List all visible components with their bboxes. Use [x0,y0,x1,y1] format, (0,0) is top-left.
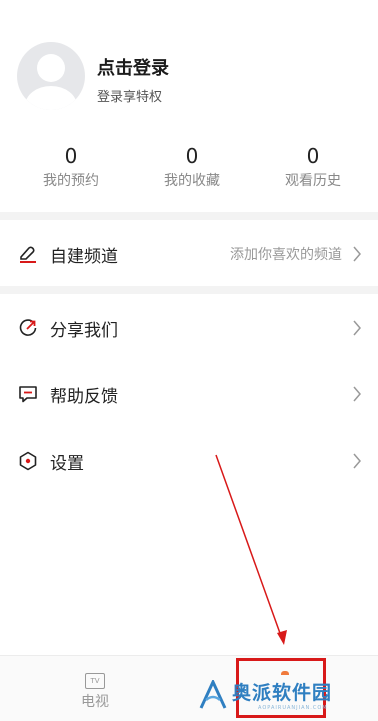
stat-value: 0 [306,144,320,168]
avatar-head-shape [37,54,65,82]
tv-icon: TV [85,673,105,689]
watermark-logo-icon [199,680,227,709]
watermark-text: 奥派软件园 [232,682,333,704]
menu-item-feedback[interactable]: 帮助反馈 [0,364,378,424]
stat-label: 观看历史 [285,173,341,189]
stat-history[interactable]: 0 观看历史 [250,142,376,192]
menu-item-hint: 添加你喜欢的频道 [230,247,342,263]
stat-label: 我的收藏 [164,173,220,189]
stat-label: 我的预约 [43,173,99,189]
stat-value: 0 [64,144,78,168]
avatar-body-shape [25,86,77,110]
login-subtitle: 登录享特权 [97,90,163,105]
tab-label: 电视 [81,694,109,710]
menu-item-label: 设置 [50,454,84,474]
menu-item-label: 帮助反馈 [50,387,118,407]
feedback-icon [19,386,37,403]
watermark-url: AOPAIRUANJIAN.COM [258,705,328,711]
edit-channel-icon [20,246,36,263]
stat-favorites[interactable]: 0 我的收藏 [129,142,255,192]
login-button[interactable]: 点击登录 [97,54,169,80]
settings-icon [19,451,37,471]
mine-tab-icon [281,671,289,675]
section-divider [0,286,378,294]
content-empty-area [0,480,378,650]
menu-item-label: 分享我们 [50,321,118,341]
stat-reservations[interactable]: 0 我的预约 [8,142,134,192]
chevron-right-icon [353,386,361,402]
menu-item-label: 自建频道 [50,247,118,267]
chevron-right-icon [353,246,361,262]
stat-value: 0 [185,144,199,168]
avatar[interactable] [17,42,85,110]
tab-tv[interactable]: TV 电视 [70,668,120,711]
chevron-right-icon [353,453,361,469]
profile-header[interactable]: 点击登录 登录享特权 [0,0,378,130]
chevron-right-icon [353,320,361,336]
section-divider [0,212,378,220]
stats-bar: 0 我的预约 0 我的收藏 0 观看历史 [0,142,378,202]
share-icon [19,319,37,336]
watermark: 奥派软件园 AOPAIRUANJIAN.COM [198,678,373,718]
menu-item-share[interactable]: 分享我们 [0,298,378,358]
menu-item-custom-channel[interactable]: 自建频道 添加你喜欢的频道 [0,224,378,284]
